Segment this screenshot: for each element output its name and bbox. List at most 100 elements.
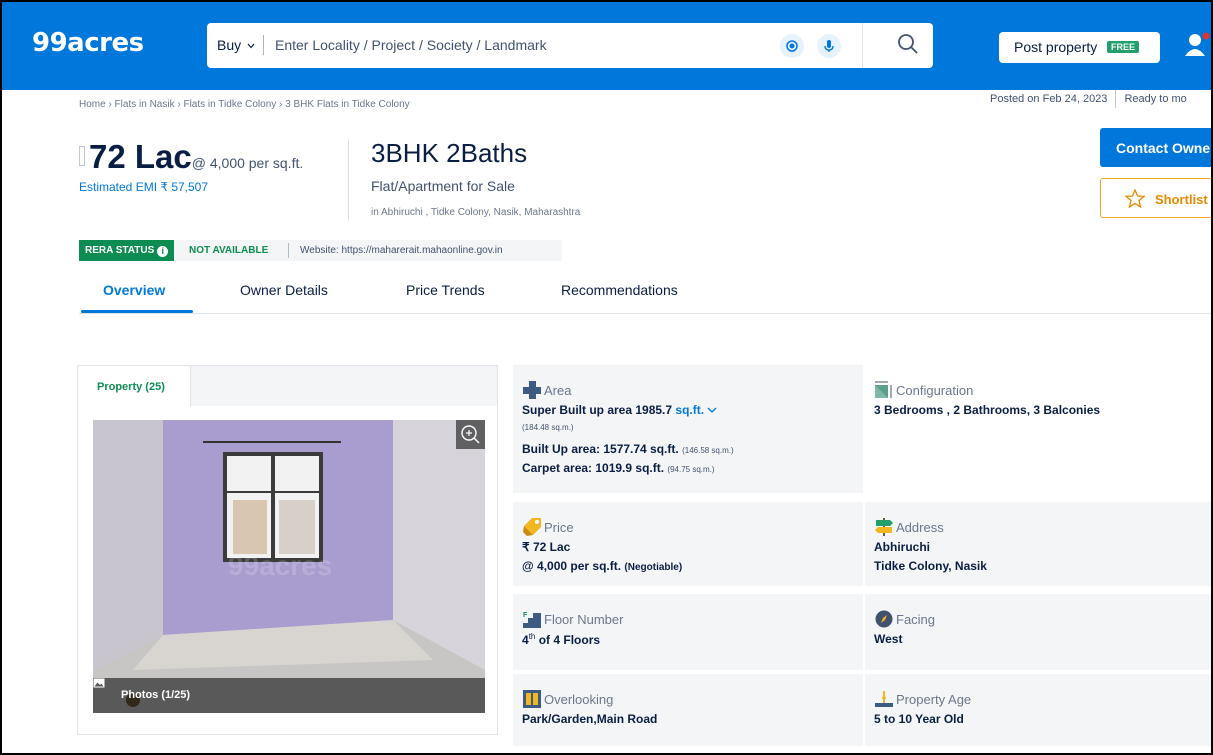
svg-text:F: F <box>523 612 528 619</box>
rera-status-value: NOT AVAILABLE <box>189 245 269 256</box>
price-divider <box>348 139 349 221</box>
chevron-down-icon <box>247 43 255 49</box>
search-button[interactable] <box>897 33 919 60</box>
configuration-value: 3 Bedrooms , 2 Bathrooms, 3 Balconies <box>874 403 1101 417</box>
property-age-value: 5 to 10 Year Old <box>874 712 964 726</box>
address-detail: Address Abhiruchi Tidke Colony, Nasik <box>865 502 1211 586</box>
area-detail: Area Super Built up area 1985.7 sq.ft. (… <box>513 365 863 493</box>
carpet-value: Carpet area: 1019.9 sq.ft. <box>522 461 665 475</box>
floor-number: 4 <box>522 633 529 647</box>
rera-status-tag[interactable]: RERA STATUS i <box>79 240 175 261</box>
search-icon <box>898 34 918 54</box>
chevron-down-icon <box>707 407 717 413</box>
address-line-1: Abhiruchi <box>874 540 930 554</box>
floor-stairs-icon: F <box>523 612 541 628</box>
info-icon: i <box>157 246 169 257</box>
floor-heading: Floor Number <box>544 612 624 627</box>
address-line-2: Tidke Colony, Nasik <box>874 559 987 573</box>
price-per-sqft: @ 4,000 per sq.ft. <box>191 155 304 171</box>
total-floors: of 4 Floors <box>538 633 601 647</box>
shortlist-button[interactable]: Shortlist <box>1100 178 1211 218</box>
locate-me-button[interactable] <box>780 34 804 58</box>
built-up-area: Built Up area: 1577.74 sq.ft. (146.58 sq… <box>522 442 734 456</box>
zoom-button[interactable] <box>456 420 485 449</box>
image-icon <box>93 678 105 688</box>
section-tabs: Overview Owner Details Price Trends Reco… <box>79 274 1211 314</box>
gallery-tab-bar: Property (25) <box>78 366 497 407</box>
unit-selector-label: sq.ft. <box>675 403 705 417</box>
property-type: Flat/Apartment for Sale <box>371 178 515 194</box>
posted-separator <box>1115 90 1117 108</box>
configuration-icon <box>875 381 892 398</box>
active-tab-indicator <box>81 310 193 313</box>
rera-separator <box>288 243 289 258</box>
post-property-button[interactable]: Post property FREE <box>999 32 1160 63</box>
price-value: ₹ 72 Lac <box>522 540 571 554</box>
listing-title: 3BHK 2Baths <box>371 138 528 168</box>
price-per-sqft-value: @ 4,000 per sq.ft. <box>522 559 622 573</box>
posted-date: Posted on Feb 24, 2023 <box>990 92 1108 105</box>
tab-price-trends[interactable]: Price Trends <box>406 282 485 298</box>
overlooking-heading: Overlooking <box>544 692 614 707</box>
user-menu[interactable] <box>1185 32 1211 61</box>
tab-owner-details[interactable]: Owner Details <box>240 282 328 298</box>
user-icon <box>1185 32 1210 56</box>
listing-price-block: 72 Lac@ 4,000 per sq.ft. <box>79 138 303 176</box>
photo-watermark: 99acres <box>228 550 333 581</box>
gallery-tab-label: Property (25) <box>97 381 165 393</box>
facing-value: West <box>874 632 903 646</box>
configuration-heading: Configuration <box>896 383 974 398</box>
rera-status-label: RERA STATUS <box>85 245 155 256</box>
search-bar: Buy <box>207 23 933 68</box>
signpost-icon <box>875 518 893 536</box>
search-input[interactable] <box>275 31 755 59</box>
top-navigation-bar: 99acres Buy Post property FREE <box>2 2 1211 90</box>
voice-search-button[interactable] <box>817 34 841 58</box>
property-age-heading: Property Age <box>896 692 972 707</box>
price-detail: Price ₹ 72 Lac @ 4,000 per sq.ft. (Negot… <box>513 502 863 586</box>
property-age-detail: Property Age 5 to 10 Year Old <box>865 674 1211 746</box>
address-heading: Address <box>896 520 944 535</box>
breadcrumb[interactable]: Home › Flats in Nasik › Flats in Tidke C… <box>79 99 410 110</box>
rera-website[interactable]: Website: https://maharerait.mahaonline.g… <box>300 245 503 256</box>
area-icon <box>523 381 541 399</box>
built-up-sqm: (146.58 sq.m.) <box>682 446 734 455</box>
photos-count-bar[interactable]: Photos (1/25) <box>93 678 485 713</box>
possession-status: Ready to mo <box>1124 92 1187 105</box>
floor-detail: F Floor Number 4th of 4 Floors <box>513 594 863 670</box>
price-heading: Price <box>544 520 574 535</box>
configuration-detail: Configuration 3 Bedrooms , 2 Bathrooms, … <box>865 365 1211 493</box>
overlooking-value: Park/Garden,Main Road <box>522 712 658 726</box>
unit-selector[interactable]: sq.ft. <box>675 403 717 417</box>
site-logo[interactable]: 99acres <box>32 28 144 58</box>
floor-value: 4th of 4 Floors <box>522 632 600 647</box>
construction-icon <box>875 691 893 707</box>
posted-info: Posted on Feb 24, 2023 Ready to mo <box>990 90 1187 108</box>
property-photo[interactable]: 99acres Photos (1/25) <box>93 420 485 713</box>
free-badge: FREE <box>1107 41 1140 53</box>
built-up-value: Built Up area: 1577.74 sq.ft. <box>522 442 679 456</box>
estimated-emi-link[interactable]: Estimated EMI ₹ 57,507 <box>79 180 208 194</box>
super-built-up-value: Super Built up area 1985.7 <box>522 403 673 417</box>
listing-price: 72 Lac <box>89 138 192 175</box>
buy-dropdown[interactable]: Buy <box>217 37 255 53</box>
contact-owner-button[interactable]: Contact Owne <box>1100 128 1211 167</box>
price-tag-icon <box>523 518 541 536</box>
photos-count: Photos (1/25) <box>121 689 191 701</box>
listing-locality: in Abhiruchi , Tidke Colony, Nasik, Maha… <box>371 207 581 218</box>
carpet-area: Carpet area: 1019.9 sq.ft. (94.75 sq.m.) <box>522 461 715 475</box>
area-heading: Area <box>544 383 572 398</box>
gallery-tab-property[interactable]: Property (25) <box>78 366 191 407</box>
location-target-icon <box>786 40 798 52</box>
facing-detail: Facing West <box>865 594 1211 670</box>
overlooking-detail: Overlooking Park/Garden,Main Road <box>513 674 863 746</box>
super-built-up-sqm: (184.48 sq.m.) <box>522 423 574 432</box>
contact-owner-label: Contact Owne <box>1116 140 1211 156</box>
buy-separator <box>263 35 264 55</box>
tab-recommendations[interactable]: Recommendations <box>561 282 678 298</box>
carpet-sqm: (94.75 sq.m.) <box>667 465 715 474</box>
facing-heading: Facing <box>896 612 936 627</box>
super-built-up-area: Super Built up area 1985.7 sq.ft. <box>522 403 717 417</box>
microphone-icon <box>824 40 834 52</box>
tab-overview[interactable]: Overview <box>103 282 165 298</box>
